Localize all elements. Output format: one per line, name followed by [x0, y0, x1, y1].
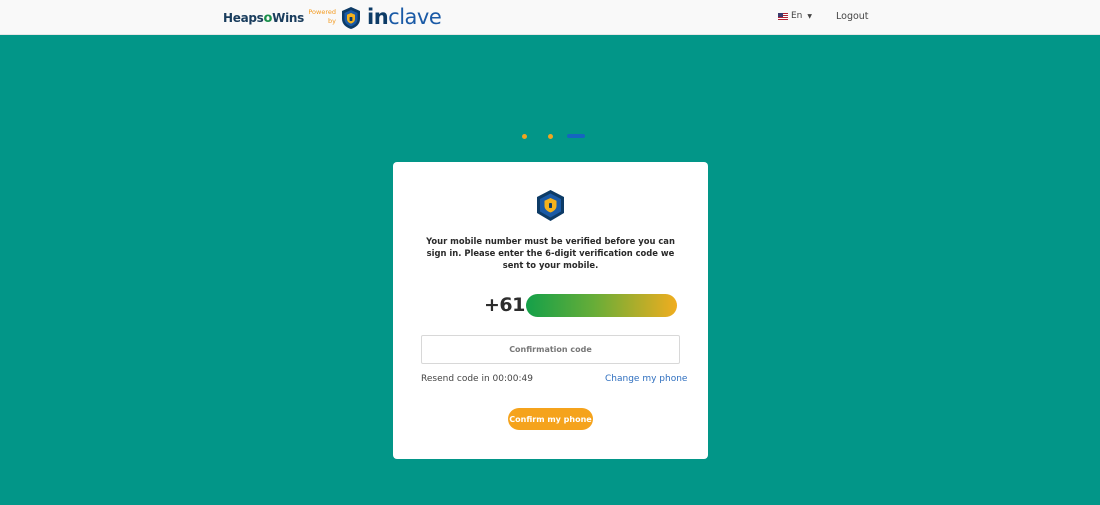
verification-message: Your mobile number must be verified befo… [426, 236, 675, 270]
brand-heaps-text: Heaps [223, 10, 264, 25]
phone-prefix: +61 [484, 294, 525, 316]
step-dot-1 [522, 134, 527, 139]
heapsowins-logo[interactable]: HeapsoWins [223, 7, 304, 29]
logout-link[interactable]: Logout [836, 11, 869, 22]
step-current-bar [567, 134, 585, 138]
phone-number-display: +61 [484, 293, 677, 317]
us-flag-icon [778, 12, 788, 20]
language-dropdown[interactable]: En ▼ [778, 11, 812, 21]
masked-phone-number [525, 293, 677, 317]
language-label: En [791, 11, 803, 21]
verification-card: Your mobile number must be verified befo… [393, 162, 708, 459]
brand-o-text: o [263, 10, 273, 26]
top-navbar: HeapsoWins Powered by inclave En ▼ Logou… [0, 0, 1100, 35]
resend-code-timer: Resend code in 00:00:49 [421, 374, 533, 384]
caret-down-icon: ▼ [807, 12, 813, 20]
inclave-logo[interactable]: inclave [367, 5, 442, 29]
step-dot-2 [548, 134, 553, 139]
powered-by-label: Powered by [308, 8, 336, 25]
shield-lock-icon [537, 190, 564, 221]
confirm-phone-button[interactable]: Confirm my phone [508, 408, 593, 430]
confirmation-code-input[interactable] [421, 335, 680, 364]
inclave-in-text: in [367, 5, 389, 29]
inclave-clave-text: clave [388, 5, 442, 29]
shield-logo-icon [342, 7, 360, 29]
brand-wins-text: Wins [272, 10, 304, 25]
change-phone-link[interactable]: Change my phone [605, 374, 687, 384]
